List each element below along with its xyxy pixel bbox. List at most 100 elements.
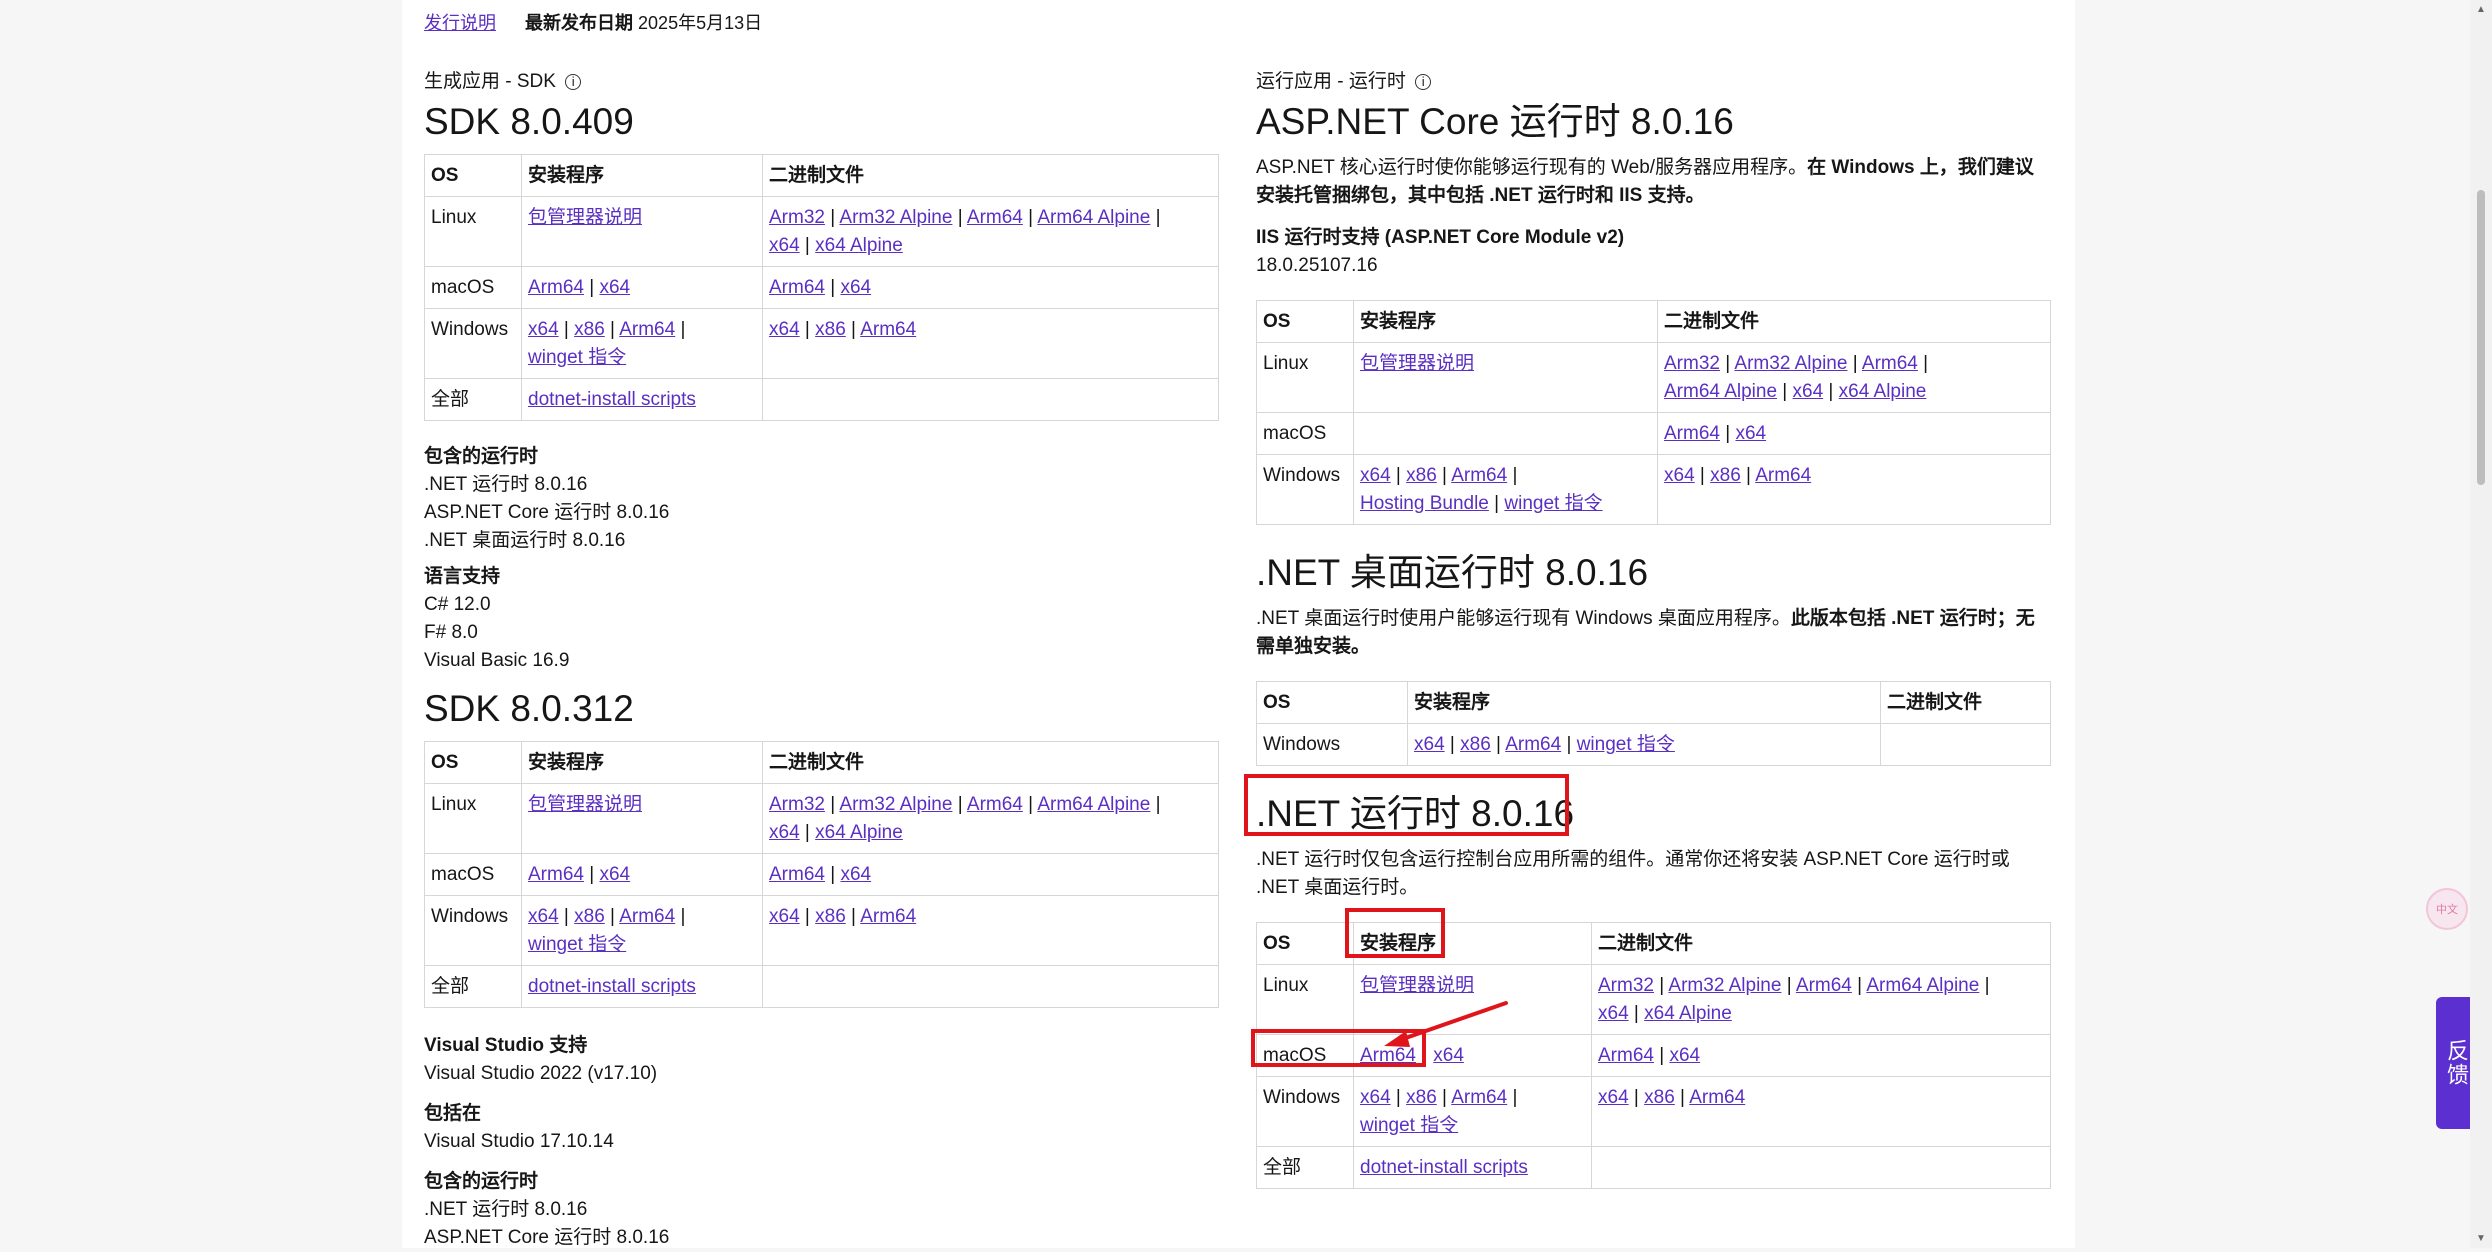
install-scripts-link[interactable]: dotnet-install scripts xyxy=(528,389,696,410)
bin-link[interactable]: Arm64 xyxy=(769,277,825,298)
info-icon[interactable]: i xyxy=(1415,74,1432,90)
bin-link[interactable]: x64 xyxy=(1664,465,1695,486)
bin-link[interactable]: Arm64 Alpine xyxy=(1866,975,1979,996)
package-manager-link[interactable]: 包管理器说明 xyxy=(528,794,642,815)
bin-link[interactable]: Arm32 xyxy=(769,794,825,815)
page-scrollbar[interactable]: ▲ ▼ xyxy=(2470,0,2492,1248)
installer-link[interactable]: x64 xyxy=(1360,465,1391,486)
installer-link[interactable]: x64 xyxy=(1414,734,1445,755)
package-manager-link[interactable]: 包管理器说明 xyxy=(1360,975,1474,996)
install-scripts-link[interactable]: dotnet-install scripts xyxy=(528,976,696,997)
table-row-linux: Linux 包管理器说明 Arm32 | Arm32 Alpine | Arm6… xyxy=(424,196,1219,267)
bin-link[interactable]: Arm64 xyxy=(1755,465,1811,486)
installer-link[interactable]: x64 xyxy=(1360,1087,1391,1108)
bin-link[interactable]: Arm64 Alpine xyxy=(1664,381,1777,402)
bin-link[interactable]: x64 Alpine xyxy=(1839,381,1927,402)
sdk-409-table: OS 安装程序 二进制文件 Linux 包管理器说明 Arm32 | Arm32… xyxy=(424,154,1219,421)
bin-link[interactable]: Arm32 Alpine xyxy=(1668,975,1781,996)
bin-link[interactable]: Arm32 xyxy=(769,207,825,228)
bin-link[interactable]: x64 Alpine xyxy=(815,822,903,843)
installer-link[interactable]: x86 xyxy=(1406,1087,1437,1108)
installer-link[interactable]: Arm64 xyxy=(528,864,584,885)
runtime-item: .NET 桌面运行时 8.0.16 xyxy=(424,530,626,551)
bin-link[interactable]: x86 xyxy=(815,319,846,340)
bin-link[interactable]: x64 xyxy=(1598,1087,1629,1108)
binaries-cell xyxy=(762,378,1219,421)
chat-widget-button[interactable]: 中文 xyxy=(2426,888,2468,930)
installer-link[interactable]: Arm64 xyxy=(619,906,675,927)
sdk-409-title: SDK 8.0.409 xyxy=(424,101,634,142)
bin-link[interactable]: Arm64 xyxy=(860,319,916,340)
installer-link[interactable]: x64 xyxy=(528,319,559,340)
package-manager-link[interactable]: 包管理器说明 xyxy=(1360,353,1474,374)
bin-link[interactable]: Arm64 xyxy=(967,794,1023,815)
bin-link[interactable]: x64 xyxy=(769,235,800,256)
col-binaries: 二进制文件 xyxy=(1880,681,2051,724)
installer-link[interactable]: Arm64 xyxy=(619,319,675,340)
bin-link[interactable]: x64 Alpine xyxy=(1644,1003,1732,1024)
scroll-down-icon[interactable]: ▼ xyxy=(2476,1233,2486,1244)
installer-link[interactable]: Arm64 xyxy=(1505,734,1561,755)
info-icon[interactable]: i xyxy=(565,74,582,90)
bin-link[interactable]: x86 xyxy=(815,906,846,927)
bin-link[interactable]: x64 xyxy=(1669,1045,1700,1066)
binaries-cell: x64 | x86 | Arm64 xyxy=(1657,454,2051,525)
bin-link[interactable]: Arm64 Alpine xyxy=(1037,207,1150,228)
included-in: 包括在 Visual Studio 17.10.14 xyxy=(424,1100,1219,1156)
installer-link[interactable]: Arm64 xyxy=(1451,1087,1507,1108)
release-notes-link[interactable]: 发行说明 xyxy=(424,13,496,33)
hosting-bundle-link[interactable]: Hosting Bundle xyxy=(1360,493,1489,514)
bin-link[interactable]: x64 Alpine xyxy=(815,235,903,256)
bin-link[interactable]: Arm32 xyxy=(1598,975,1654,996)
bin-link[interactable]: x64 xyxy=(769,906,800,927)
bin-link[interactable]: Arm32 Alpine xyxy=(839,794,952,815)
bin-link[interactable]: Arm32 Alpine xyxy=(839,207,952,228)
bin-link[interactable]: x64 xyxy=(769,319,800,340)
bin-link[interactable]: x86 xyxy=(1710,465,1741,486)
install-scripts-link[interactable]: dotnet-install scripts xyxy=(1360,1157,1528,1178)
bin-link[interactable]: Arm64 xyxy=(860,906,916,927)
winget-link[interactable]: winget 指令 xyxy=(528,934,626,955)
installer-link[interactable]: x86 xyxy=(1406,465,1437,486)
winget-link[interactable]: winget 指令 xyxy=(528,347,626,368)
section-heading: 包含的运行时 xyxy=(424,1171,539,1192)
binaries-cell: Arm32 | Arm32 Alpine | Arm64 | Arm64 Alpi… xyxy=(1657,342,2051,413)
table-row-linux: Linux 包管理器说明 Arm32 | Arm32 Alpine | Arm6… xyxy=(1256,342,2051,413)
installer-link[interactable]: x86 xyxy=(574,906,605,927)
installer-link[interactable]: x86 xyxy=(574,319,605,340)
winget-link[interactable]: winget 指令 xyxy=(1360,1115,1458,1136)
bin-link[interactable]: Arm64 Alpine xyxy=(1037,794,1150,815)
installer-link[interactable]: x64 xyxy=(528,906,559,927)
col-binaries: 二进制文件 xyxy=(1591,922,2051,965)
bin-link[interactable]: x64 xyxy=(840,864,871,885)
bin-link[interactable]: Arm64 xyxy=(1689,1087,1745,1108)
scroll-up-icon[interactable]: ▲ xyxy=(2476,4,2486,15)
col-binaries: 二进制文件 xyxy=(762,154,1219,197)
bin-link[interactable]: Arm64 xyxy=(1598,1045,1654,1066)
col-os: OS xyxy=(424,741,522,784)
package-manager-link[interactable]: 包管理器说明 xyxy=(528,207,642,228)
bin-link[interactable]: Arm64 xyxy=(769,864,825,885)
scrollbar-thumb[interactable] xyxy=(2477,190,2485,485)
bin-link[interactable]: x86 xyxy=(1644,1087,1675,1108)
bin-link[interactable]: Arm32 xyxy=(1664,353,1720,374)
bin-link[interactable]: Arm64 xyxy=(1796,975,1852,996)
installer-link[interactable]: Arm64 xyxy=(528,277,584,298)
installer-link[interactable]: x64 xyxy=(599,277,630,298)
os-cell: Windows xyxy=(1256,1076,1354,1147)
bin-link[interactable]: x64 xyxy=(1598,1003,1629,1024)
winget-link[interactable]: winget 指令 xyxy=(1577,734,1675,755)
installer-link[interactable]: x86 xyxy=(1460,734,1491,755)
bin-link[interactable]: Arm64 xyxy=(1862,353,1918,374)
installer-link[interactable]: Arm64 xyxy=(1451,465,1507,486)
bin-link[interactable]: Arm32 Alpine xyxy=(1734,353,1847,374)
bin-link[interactable]: x64 xyxy=(840,277,871,298)
bin-link[interactable]: x64 xyxy=(1793,381,1824,402)
bin-link[interactable]: Arm64 xyxy=(967,207,1023,228)
bin-link[interactable]: Arm64 xyxy=(1664,423,1720,444)
installer-link[interactable]: x64 xyxy=(599,864,630,885)
bin-link[interactable]: x64 xyxy=(769,822,800,843)
bin-link[interactable]: x64 xyxy=(1735,423,1766,444)
os-cell: Linux xyxy=(424,783,522,854)
winget-link[interactable]: winget 指令 xyxy=(1504,493,1602,514)
